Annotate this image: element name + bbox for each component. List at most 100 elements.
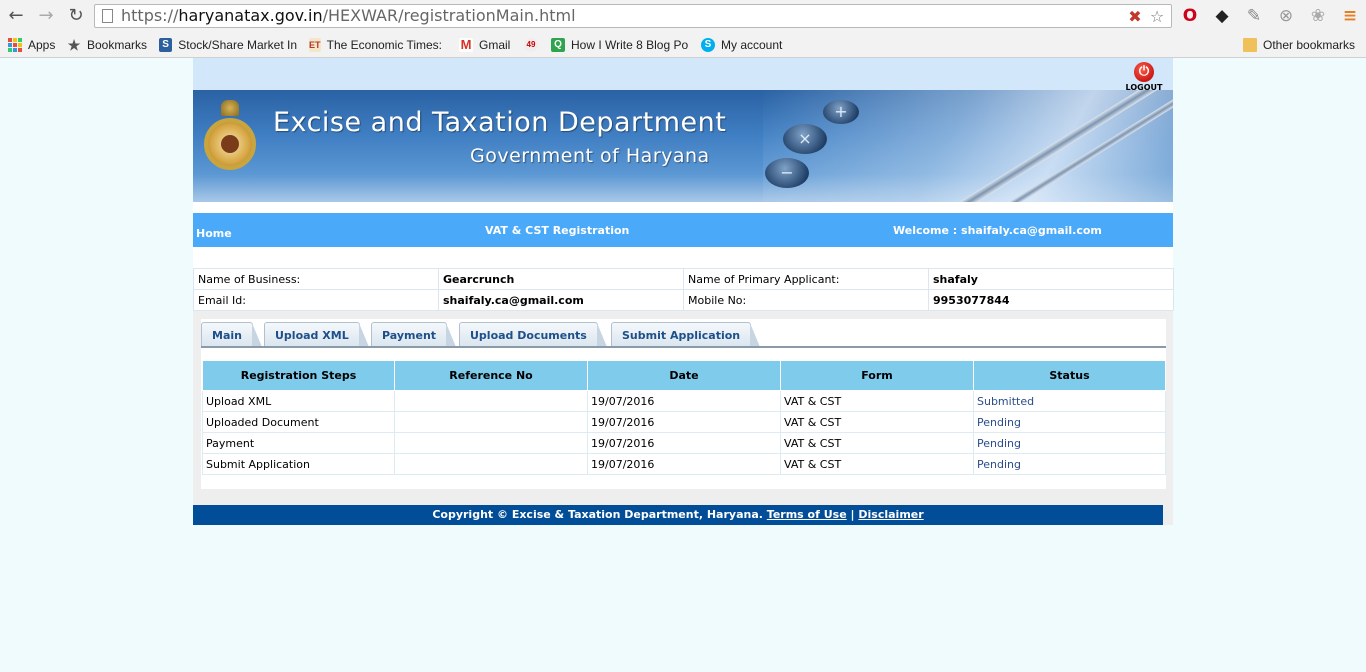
back-icon[interactable]: ←: [4, 4, 28, 28]
menu-icon[interactable]: ≡: [1338, 4, 1362, 28]
bookmark-economic-times[interactable]: ET The Economic Times:: [309, 36, 442, 54]
reference-cell: [394, 390, 588, 412]
banner-artwork: × − +: [763, 90, 1173, 202]
column-header: Status: [973, 360, 1166, 391]
department-title: Excise and Taxation Department: [273, 107, 727, 138]
quora-style-icon: Q: [551, 38, 565, 52]
address-bar[interactable]: https://haryanatax.gov.in/HEXWAR/registr…: [94, 4, 1172, 28]
apps-grid-icon: [8, 38, 22, 52]
column-header: Date: [587, 360, 781, 391]
spacer: [193, 202, 1173, 213]
business-value: Gearcrunch: [438, 268, 684, 290]
copyright-text: Copyright © Excise & Taxation Department…: [432, 508, 763, 521]
reference-cell: [394, 411, 588, 433]
stock-site-icon: S: [159, 38, 173, 52]
skype-icon: S: [701, 38, 715, 52]
top-strip: ⏻ LOGOUT: [193, 58, 1173, 92]
disclaimer-link[interactable]: Disclaimer: [858, 508, 923, 521]
bookmark-unnamed[interactable]: 49: [524, 36, 544, 54]
welcome-text: Welcome : shaifaly.ca@gmail.com: [893, 224, 1102, 237]
tab-upload-documents[interactable]: Upload Documents: [459, 322, 607, 347]
applicant-value: shafaly: [928, 268, 1174, 290]
main-navbar: Home VAT & CST Registration Welcome : sh…: [193, 213, 1173, 247]
date-cell: 19/07/2016: [587, 411, 781, 433]
calculator-button-graphic: ×: [783, 124, 827, 154]
bookmark-label: My account: [721, 38, 783, 52]
table-row: Upload XML 19/07/2016 VAT & CST Submitte…: [202, 390, 1166, 412]
pen-graphic: [950, 90, 1173, 202]
url-scheme: https://: [121, 6, 179, 25]
step-cell: Submit Application: [202, 453, 395, 475]
logout-button[interactable]: ⏻ LOGOUT: [1123, 62, 1165, 92]
tab-underline: [201, 346, 1166, 348]
mobile-label: Mobile No:: [683, 289, 929, 311]
column-header: Reference No: [394, 360, 588, 391]
home-link[interactable]: Home: [196, 227, 232, 240]
table-row: Name of Business: Gearcrunch Name of Pri…: [193, 268, 1174, 290]
table-row: Payment 19/07/2016 VAT & CST Pending: [202, 432, 1166, 454]
bookmark-label: The Economic Times:: [326, 38, 442, 52]
bookmark-star-icon[interactable]: ☆: [1147, 7, 1167, 27]
tab-upload-xml[interactable]: Upload XML: [264, 322, 369, 347]
bookmark-label: Other bookmarks: [1263, 38, 1356, 52]
bookmark-label: Gmail: [479, 38, 511, 52]
bookmark-bookmarks[interactable]: ★ Bookmarks: [67, 36, 147, 54]
bookmark-gmail[interactable]: M Gmail: [459, 36, 510, 54]
registration-panel: Main Upload XML Payment Upload Documents…: [201, 319, 1166, 489]
reload-icon[interactable]: ↻: [64, 4, 88, 28]
bookmarks-bar: Apps ★ Bookmarks S Stock/Share Market In…: [0, 32, 1366, 58]
forward-icon[interactable]: →: [34, 4, 58, 28]
business-label: Name of Business:: [193, 268, 439, 290]
page-container: ⏻ LOGOUT × − + Excise and Taxation Depar…: [193, 58, 1174, 525]
et-icon: ET: [309, 38, 321, 52]
url-host: haryanatax.gov.in: [178, 6, 323, 25]
layers-icon[interactable]: ◆: [1210, 4, 1234, 28]
extension-icon[interactable]: ⊗: [1274, 4, 1298, 28]
registration-steps-table: Registration Steps Reference No Date For…: [202, 360, 1166, 475]
tab-payment[interactable]: Payment: [371, 322, 457, 347]
star-icon: ★: [67, 37, 81, 53]
url-text[interactable]: https://haryanatax.gov.in/HEXWAR/registr…: [121, 7, 576, 25]
bookmark-label: Stock/Share Market In: [178, 38, 297, 52]
calculator-button-graphic: −: [765, 158, 809, 188]
wrench-icon[interactable]: ✎: [1242, 4, 1266, 28]
bookmark-blog[interactable]: Q How I Write 8 Blog Po: [551, 36, 689, 54]
url-path: /HEXWAR/registrationMain.html: [322, 6, 576, 25]
form-cell: VAT & CST: [780, 411, 974, 433]
opera-icon[interactable]: O: [1178, 4, 1202, 28]
bookmark-other[interactable]: Other bookmarks: [1243, 36, 1355, 54]
terms-of-use-link[interactable]: Terms of Use: [767, 508, 847, 521]
flower-icon[interactable]: ❀: [1306, 4, 1330, 28]
header-banner: × − + Excise and Taxation Department Gov…: [193, 90, 1173, 202]
bookmark-label: How I Write 8 Blog Po: [571, 38, 689, 52]
bookmark-stock-market[interactable]: S Stock/Share Market In: [159, 36, 297, 54]
bookmark-my-account[interactable]: S My account: [701, 36, 782, 54]
form-cell: VAT & CST: [780, 453, 974, 475]
gmail-icon: M: [459, 37, 473, 52]
bookmark-apps[interactable]: Apps: [8, 36, 55, 54]
date-cell: 19/07/2016: [587, 453, 781, 475]
status-cell: Submitted: [973, 390, 1166, 412]
browser-toolbar: ← → ↻ https://haryanatax.gov.in/HEXWAR/r…: [0, 0, 1366, 32]
power-icon: ⏻: [1134, 62, 1154, 82]
step-cell: Upload XML: [202, 390, 395, 412]
pen-graphic: [980, 90, 1173, 202]
table-header-row: Registration Steps Reference No Date For…: [202, 360, 1166, 391]
haryana-emblem: [203, 100, 257, 174]
cookie-blocked-icon[interactable]: ✖: [1125, 7, 1145, 27]
reference-cell: [394, 432, 588, 454]
mobile-value: 9953077844: [928, 289, 1174, 311]
form-cell: VAT & CST: [780, 432, 974, 454]
tab-submit-application[interactable]: Submit Application: [611, 322, 761, 347]
bookmark-label: Bookmarks: [87, 38, 148, 52]
applicant-info-table: Name of Business: Gearcrunch Name of Pri…: [193, 268, 1174, 311]
status-cell: Pending: [973, 411, 1166, 433]
tab-main[interactable]: Main: [201, 322, 262, 347]
step-cell: Uploaded Document: [202, 411, 395, 433]
folder-icon: [1243, 38, 1257, 52]
page-icon: [102, 9, 113, 23]
table-row: Uploaded Document 19/07/2016 VAT & CST P…: [202, 411, 1166, 433]
status-cell: Pending: [973, 453, 1166, 475]
page-footer: Copyright © Excise & Taxation Department…: [193, 505, 1163, 525]
column-header: Registration Steps: [202, 360, 395, 391]
